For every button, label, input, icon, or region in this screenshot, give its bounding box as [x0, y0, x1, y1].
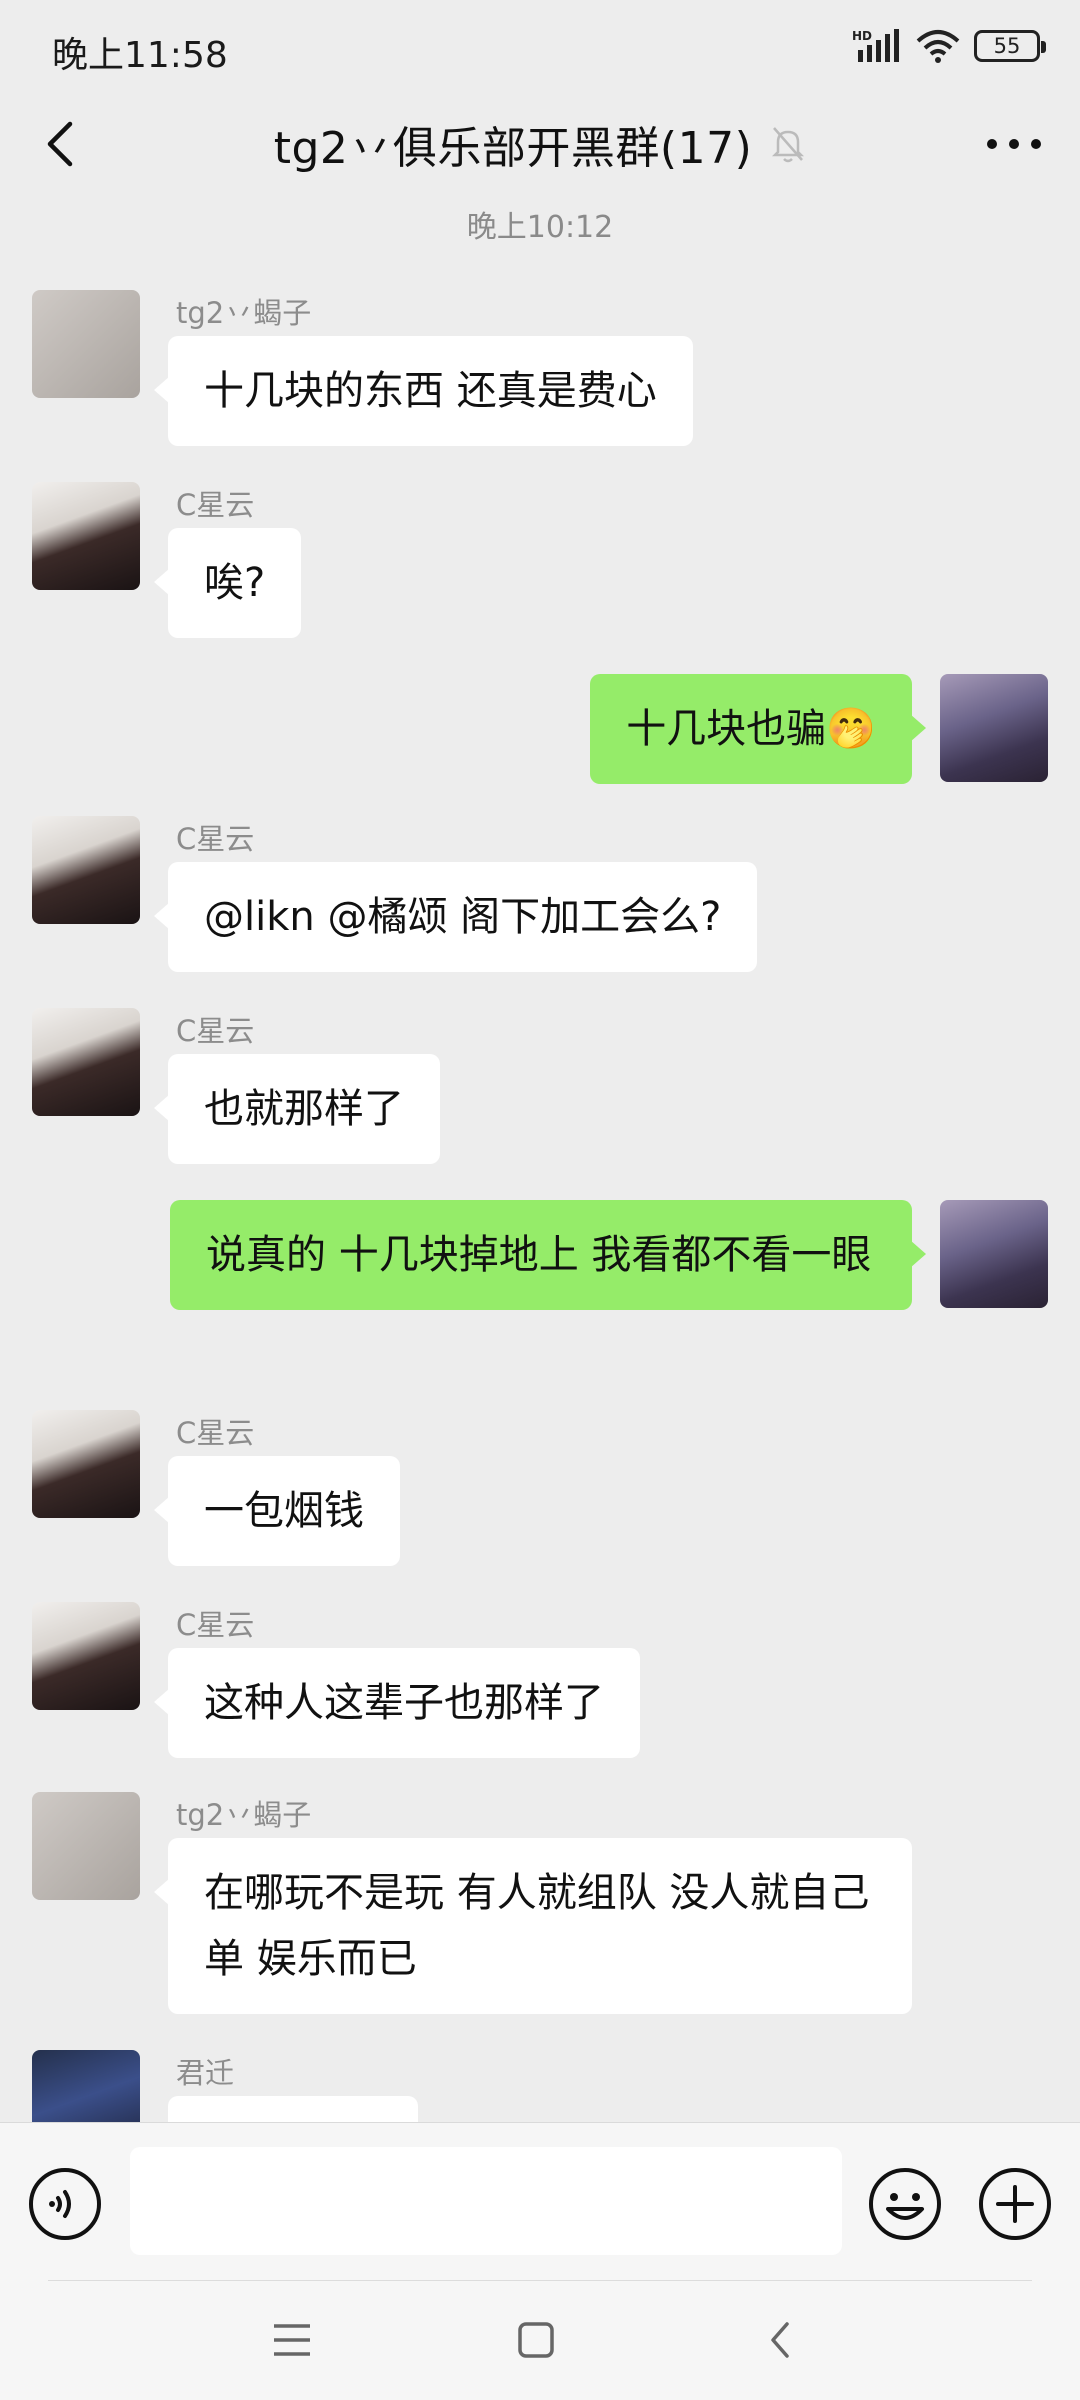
- smiley-icon: [869, 2168, 941, 2240]
- message-bubble[interactable]: 一包烟钱: [154, 1456, 400, 1566]
- avatar[interactable]: [32, 290, 140, 398]
- message-input[interactable]: [130, 2147, 842, 2255]
- message-bubble[interactable]: 唉?: [153, 528, 302, 638]
- avatar[interactable]: [32, 1602, 140, 1710]
- emoji-button[interactable]: [868, 2167, 942, 2241]
- more-functions-button[interactable]: [978, 2167, 1052, 2241]
- status-icons: HD 55: [852, 28, 1046, 64]
- signal-icon: HD: [852, 29, 899, 62]
- nav-home-button[interactable]: [496, 2304, 576, 2376]
- message-bubble[interactable]: 也就那样了: [154, 1054, 440, 1164]
- status-time: 晚上11:58: [52, 35, 228, 76]
- message-bubble[interactable]: 说真的 十几块掉地上 我看都不看一眼: [170, 1200, 926, 1310]
- message-bubble[interactable]: 这种人这辈子也那样了: [154, 1648, 640, 1758]
- sender-name: tg2丷蝎子: [176, 296, 312, 330]
- menu-icon: [274, 2324, 310, 2356]
- title-wrap: tg2丷俱乐部开黑群(17): [274, 112, 807, 176]
- back-button[interactable]: [30, 112, 94, 176]
- nav-menu-button[interactable]: [252, 2304, 332, 2376]
- message-bubble[interactable]: 在哪玩不是玩 有人就组队 没人就自己单 娱乐而已: [154, 1838, 912, 2014]
- avatar[interactable]: [32, 2050, 140, 2122]
- sender-name: C星云: [176, 822, 255, 856]
- message-bubble[interactable]: [168, 2096, 418, 2122]
- wifi-icon: [916, 30, 960, 63]
- plus-icon: [979, 2168, 1051, 2240]
- chat-title: tg2丷俱乐部开黑群(17): [273, 123, 753, 174]
- mute-bell-icon: [772, 127, 805, 163]
- nav-back-icon: [771, 2322, 789, 2358]
- chat-header: tg2丷俱乐部开黑群(17): [0, 96, 1080, 192]
- sender-name: C星云: [176, 488, 255, 522]
- sender-name: C星云: [176, 1608, 255, 1642]
- more-button[interactable]: [978, 112, 1050, 176]
- chat-timestamp: 晚上10:12: [466, 210, 614, 245]
- nav-divider: [48, 2280, 1032, 2281]
- voice-icon: [29, 2168, 101, 2240]
- input-bar: [0, 2122, 1080, 2280]
- message-bubble[interactable]: 十几块也骗🤭: [590, 674, 926, 784]
- status-bar: 晚上11:58 HD 55: [0, 0, 1080, 96]
- sender-name: C星云: [176, 1014, 255, 1048]
- nav-back-button[interactable]: [740, 2304, 820, 2376]
- chat-area[interactable]: 晚上10:12 tg2丷蝎子 十几块的东西 还真是费心 C星云 唉? 十几块也骗…: [0, 192, 1080, 2122]
- network-label: HD: [852, 29, 872, 43]
- avatar[interactable]: [32, 482, 140, 590]
- more-dots-icon: [987, 139, 1041, 149]
- message-bubble[interactable]: 十几块的东西 还真是费心: [154, 336, 693, 446]
- avatar[interactable]: [32, 1008, 140, 1116]
- sender-name: C星云: [176, 1416, 255, 1450]
- my-avatar[interactable]: [940, 674, 1048, 782]
- voice-button[interactable]: [28, 2167, 102, 2241]
- chevron-left-icon: [47, 121, 73, 167]
- home-square-icon: [518, 2322, 554, 2358]
- system-nav-bar: [0, 2280, 1080, 2400]
- battery-indicator: 55: [974, 30, 1046, 62]
- message-bubble[interactable]: @likn @橘颂 阁下加工会么?: [153, 862, 758, 972]
- avatar[interactable]: [32, 1410, 140, 1518]
- sender-name: tg2丷蝎子: [176, 1798, 312, 1832]
- avatar[interactable]: [32, 1792, 140, 1900]
- avatar[interactable]: [32, 816, 140, 924]
- my-avatar[interactable]: [940, 1200, 1048, 1308]
- sender-name: 君迁: [176, 2056, 235, 2090]
